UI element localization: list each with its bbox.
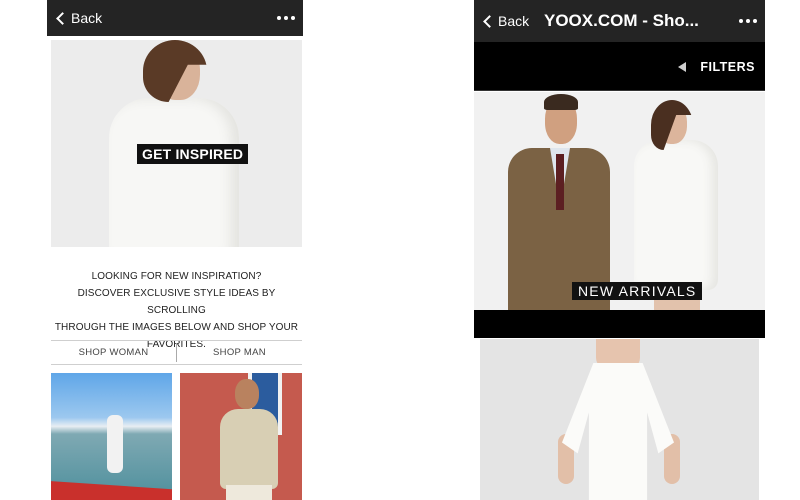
page-title: YOOX.COM - Sho...: [544, 11, 699, 30]
left-screen: Back GET INSPIRED LOOKING FOR NEW INSPIR…: [47, 0, 303, 500]
filters-label: FILTERS: [700, 59, 755, 74]
divider-strip: [474, 310, 765, 338]
more-dots-icon: [284, 16, 288, 20]
model-white-blazer: [109, 98, 239, 247]
more-options-button[interactable]: [739, 0, 757, 42]
intro-line: THROUGH THE IMAGES BELOW AND SHOP YOUR: [54, 322, 299, 333]
back-label: Back: [498, 13, 530, 29]
man-tie: [556, 154, 564, 210]
man-sweater: [220, 409, 278, 489]
get-inspired-label: GET INSPIRED: [137, 144, 249, 164]
back-button[interactable]: Back: [55, 0, 102, 36]
boat-hull: [51, 481, 172, 500]
white-tunic-dress: [562, 363, 674, 500]
filters-button[interactable]: FILTERS: [678, 42, 755, 91]
more-dots-icon: [739, 19, 743, 23]
intro-line: LOOKING FOR NEW INSPIRATION?: [91, 271, 262, 282]
tab-shop-woman[interactable]: SHOP WOMAN: [51, 341, 176, 364]
new-arrivals-hero-image[interactable]: NEW ARRIVALS: [474, 92, 765, 310]
intro-line: DISCOVER EXCLUSIVE STYLE IDEAS BY SCROLL…: [77, 288, 276, 316]
tab-shop-man[interactable]: SHOP MAN: [177, 341, 302, 364]
back-label: Back: [71, 10, 103, 26]
man-face: [235, 379, 259, 409]
more-dots-icon: [746, 19, 750, 23]
inspiration-thumbnail-beach[interactable]: [51, 373, 172, 500]
chevron-left-icon: [56, 11, 69, 25]
inspiration-thumbnail-man[interactable]: [180, 373, 302, 500]
man-hair: [544, 94, 578, 110]
beach-model: [107, 415, 123, 473]
more-dots-icon: [753, 19, 757, 23]
filters-bar: FILTERS: [474, 42, 765, 91]
more-dots-icon: [291, 16, 295, 20]
more-options-button[interactable]: [277, 0, 295, 36]
more-dots-icon: [277, 16, 281, 20]
right-screen: Back YOOX.COM - Sho... FILTERS NEW ARRIV…: [474, 0, 765, 500]
new-arrivals-label: NEW ARRIVALS: [572, 282, 703, 300]
woman-white-coat: [634, 140, 718, 290]
get-inspired-hero-image[interactable]: GET INSPIRED: [51, 40, 302, 247]
man-pants: [226, 485, 272, 500]
back-button[interactable]: Back: [482, 0, 529, 42]
chevron-left-icon: [483, 14, 496, 28]
shop-tabs: SHOP WOMAN SHOP MAN: [51, 340, 302, 365]
left-topbar: Back: [47, 0, 303, 36]
right-topbar: Back YOOX.COM - Sho...: [474, 0, 765, 42]
product-image-white-tunic[interactable]: [480, 339, 759, 500]
triangle-left-icon: [678, 61, 687, 72]
